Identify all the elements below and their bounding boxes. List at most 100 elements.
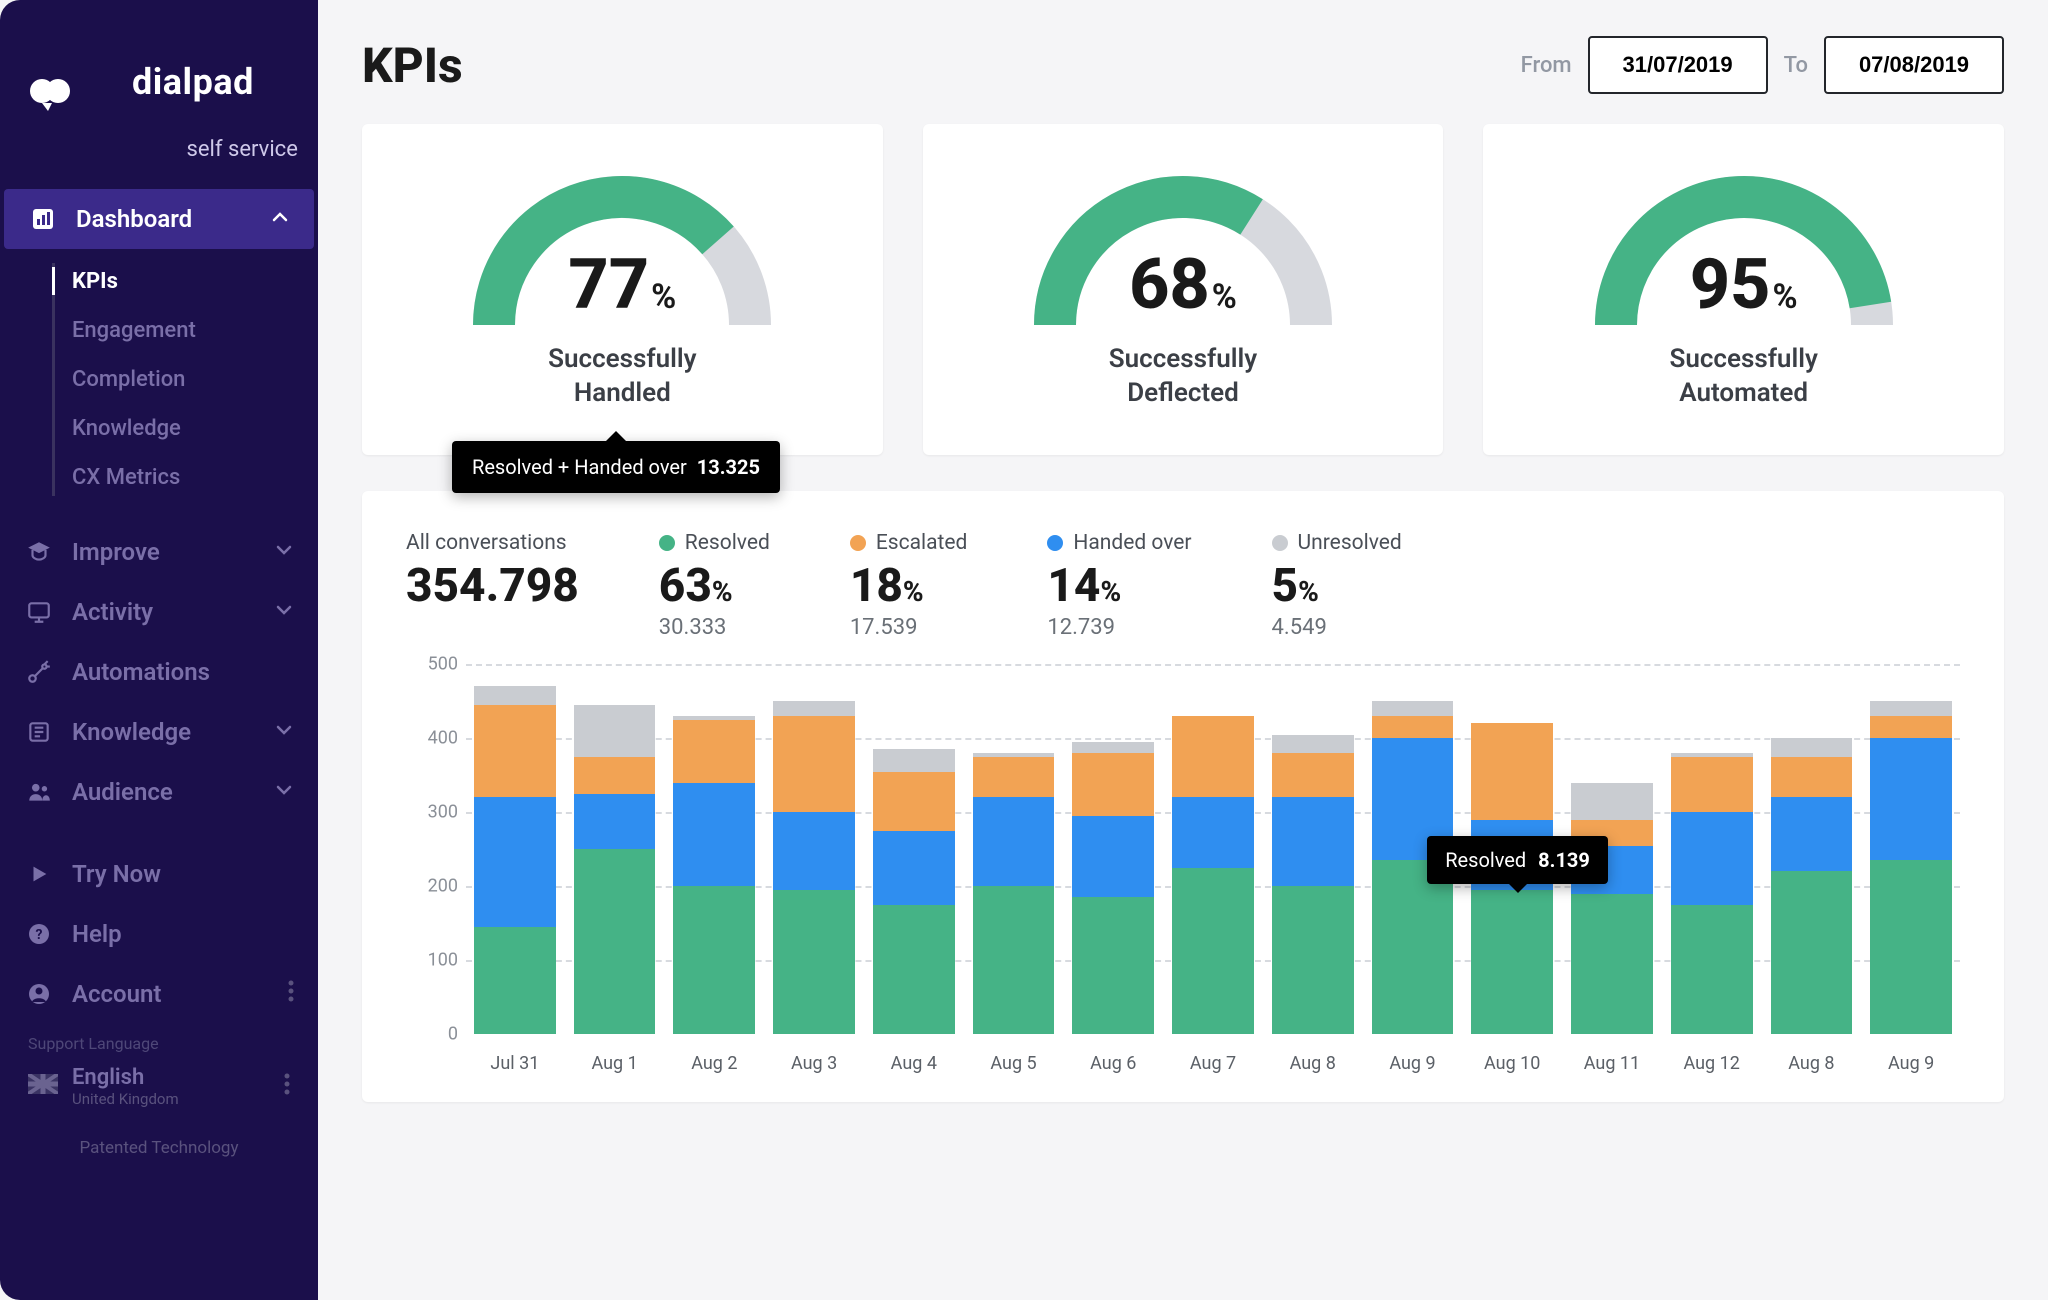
bar-seg-resolved [673,886,755,1034]
nav-dashboard-label: Dashboard [76,205,192,233]
chevron-down-icon [274,718,294,746]
nav-knowledge[interactable]: Knowledge [0,702,318,762]
y-tick: 300 [428,802,458,823]
bar-col[interactable] [1172,716,1254,1034]
x-label: Aug 11 [1571,1043,1653,1074]
gauge-cards-row: 77%SuccessfullyHandledResolved + Handed … [362,124,2004,455]
y-tick: 100 [428,950,458,971]
x-label: Aug 8 [1272,1043,1354,1074]
bar-seg-handed-over [773,812,855,890]
nav-dashboard[interactable]: Dashboard [4,189,314,249]
nav-try-now[interactable]: Try Now [0,844,318,904]
bar-seg-unresolved [1571,783,1653,820]
x-label: Aug 1 [574,1043,656,1074]
chevron-down-icon [274,538,294,566]
stat-pct: 5% [1272,561,1402,612]
date-to-input[interactable] [1824,36,2004,94]
nav-improve[interactable]: Improve [0,522,318,582]
bar-seg-resolved [1771,871,1853,1034]
subnav-kpis[interactable]: KPIs [72,257,318,306]
bar-col[interactable] [873,749,955,1034]
bar-col[interactable] [474,686,556,1034]
bar-seg-resolved [773,890,855,1034]
bar-col[interactable] [973,753,1055,1034]
language-name: English [72,1065,179,1090]
bar-col[interactable] [1870,701,1952,1034]
bar-seg-resolved [1172,868,1254,1035]
bar-seg-handed-over [574,794,656,850]
stat-all-label: All conversations [406,531,579,555]
stat-pct: 63% [659,561,770,612]
subnav-knowledge[interactable]: Knowledge [72,404,318,453]
stat-label: Handed over [1073,531,1191,555]
x-label: Jul 31 [474,1043,556,1074]
legend-dot [850,535,866,551]
date-from-input[interactable] [1588,36,1768,94]
subnav-completion[interactable]: Completion [72,355,318,404]
y-tick: 500 [428,654,458,675]
bar-col[interactable] [1571,783,1653,1035]
bar-seg-unresolved [1372,701,1454,716]
gauge-card-2: 95% SuccessfullyAutomated [1483,124,2004,455]
bar-col[interactable] [1671,753,1753,1034]
patented-label: Patented Technology [0,1116,318,1158]
subnav-engagement[interactable]: Engagement [72,306,318,355]
bar-seg-resolved [1870,860,1952,1034]
support-language-label: Support Language [0,1024,318,1057]
bar-col[interactable] [1272,735,1354,1035]
nav-activity[interactable]: Activity [0,582,318,642]
nav-label: Activity [72,598,153,626]
bar-seg-handed-over [1172,797,1254,867]
x-label: Aug 2 [673,1043,755,1074]
nav-audience[interactable]: Audience [0,762,318,822]
nav-label: Automations [72,658,210,686]
nav-label: Audience [72,778,173,806]
bar-col[interactable] [1072,742,1154,1034]
stat-pct: 14% [1047,561,1191,612]
bar-seg-resolved [474,927,556,1034]
bar-seg-escalated [1471,723,1553,819]
nav-automations[interactable]: Automations [0,642,318,702]
bar-col[interactable] [574,705,656,1034]
bar-seg-escalated [1372,716,1454,738]
bar-col[interactable] [673,716,755,1034]
main: KPIs From To 77%SuccessfullyHandledResol… [318,0,2048,1300]
gauge-label: SuccessfullyAutomated [1669,343,1817,411]
nav-help[interactable]: ?Help [0,904,318,964]
stats-row: All conversations 354.798 Resolved63%30.… [406,531,1960,641]
bar-seg-resolved [574,849,656,1034]
chevron-down-icon [274,598,294,626]
bar-seg-resolved [973,886,1055,1034]
from-label: From [1521,53,1572,78]
x-label: Aug 12 [1671,1043,1753,1074]
bar-col[interactable] [773,701,855,1034]
robot-arm-icon [24,659,54,685]
gauge-label: SuccessfullyDeflected [1109,343,1257,411]
bar-seg-unresolved [574,705,656,757]
y-tick: 200 [428,876,458,897]
date-range: From To [1521,36,2004,94]
dots-icon[interactable] [288,980,294,1008]
gauge-value: 77% [457,250,787,320]
legend-dot [659,535,675,551]
book-icon [24,719,54,745]
subnav-cx-metrics[interactable]: CX Metrics [72,453,318,502]
gauge-label: SuccessfullyHandled [548,343,696,411]
stat-value: 17.539 [850,615,968,640]
stat-resolved: Resolved63%30.333 [659,531,770,641]
bar-seg-escalated [773,716,855,812]
gauge-2: 95% [1579,160,1909,335]
dashboard-sublist: KPIs Engagement Completion Knowledge CX … [0,257,318,502]
legend-dot [1047,535,1063,551]
brand-sub: self service [88,138,298,161]
brand: dialpad self service [0,28,318,183]
nav-label: Help [72,920,122,948]
bar-seg-unresolved [1072,742,1154,753]
bar-col[interactable] [1771,738,1853,1034]
x-label: Aug 5 [973,1043,1055,1074]
dots-icon[interactable] [284,1073,290,1099]
language-selector[interactable]: English United Kingdom [0,1057,318,1116]
language-region: United Kingdom [72,1090,179,1108]
nav-account[interactable]: Account [0,964,318,1024]
chevron-up-icon [270,205,290,233]
